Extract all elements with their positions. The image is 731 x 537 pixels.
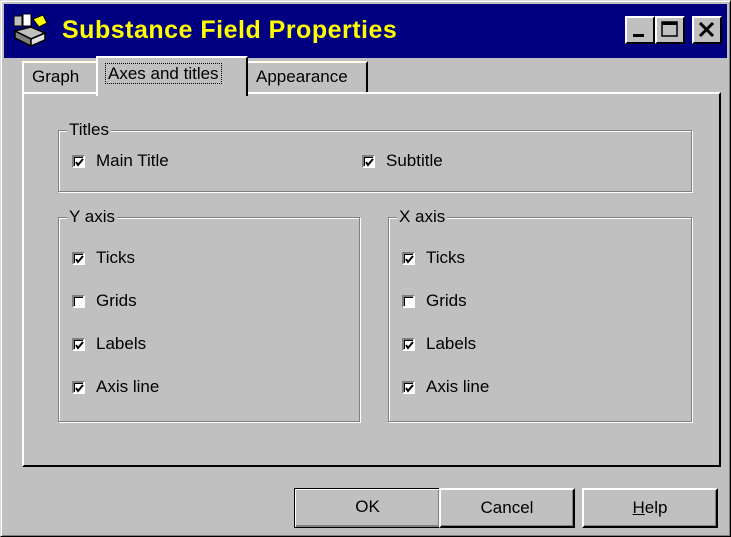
titles-group-label: Titles: [67, 120, 111, 140]
tab-panel: Titles Main Title Subtitle Y axis Ticks …: [22, 92, 721, 467]
x-grids-checkbox[interactable]: Grids: [402, 291, 467, 311]
y-grids-checkbox[interactable]: Grids: [72, 291, 137, 311]
minimize-icon: [633, 34, 644, 37]
y-ticks-check-box: [72, 251, 85, 265]
minimize-button[interactable]: [625, 16, 655, 44]
cancel-button[interactable]: Cancel: [439, 488, 575, 528]
tab-appearance[interactable]: Appearance: [246, 61, 368, 93]
x-labels-label: Labels: [426, 334, 477, 353]
y-labels-label: Labels: [96, 334, 147, 353]
close-icon: [698, 21, 715, 38]
x-grids-label: Grids: [426, 291, 467, 310]
y-axis-line-check-box: [72, 380, 85, 394]
y-ticks-checkbox[interactable]: Ticks: [72, 248, 135, 268]
check-icon: [405, 254, 414, 264]
y-labels-check-box: [72, 337, 85, 351]
y-axis-group-label: Y axis: [67, 207, 117, 227]
maximize-button[interactable]: [655, 16, 685, 44]
y-axis-group: Y axis Ticks Grids Labels Axis line: [58, 207, 360, 422]
maximize-icon: [661, 21, 678, 37]
app-icon: [12, 13, 48, 48]
title-bar[interactable]: Substance Field Properties: [4, 4, 727, 58]
check-icon: [75, 340, 84, 350]
x-axis-group-label: X axis: [397, 207, 448, 227]
check-icon: [405, 383, 414, 393]
x-labels-checkbox[interactable]: Labels: [402, 334, 476, 354]
y-axis-line-label: Axis line: [96, 377, 160, 396]
dialog-window: Substance Field Properties Graph Axes an…: [0, 0, 731, 537]
tab-graph[interactable]: Graph: [22, 61, 98, 93]
tab-graph-label: Graph: [32, 67, 80, 86]
y-grids-check-box: [72, 294, 85, 308]
tab-axes-and-titles-label: Axes and titles: [105, 63, 222, 84]
tab-appearance-label: Appearance: [256, 67, 348, 86]
check-icon: [365, 157, 374, 167]
x-ticks-label: Ticks: [426, 248, 466, 267]
check-icon: [75, 254, 84, 264]
x-grids-check-box: [402, 294, 415, 308]
main-title-check-box: [72, 154, 85, 168]
x-axis-line-check-box: [402, 380, 415, 394]
titles-group: Titles Main Title Subtitle: [58, 120, 692, 192]
check-icon: [405, 340, 414, 350]
y-labels-checkbox[interactable]: Labels: [72, 334, 146, 354]
x-labels-check-box: [402, 337, 415, 351]
main-title-label: Main Title: [96, 151, 169, 170]
main-title-checkbox[interactable]: Main Title: [72, 151, 169, 171]
x-ticks-check-box: [402, 251, 415, 265]
tab-axes-and-titles[interactable]: Axes and titles: [96, 56, 248, 96]
close-button[interactable]: [692, 16, 722, 44]
x-ticks-checkbox[interactable]: Ticks: [402, 248, 465, 268]
subtitle-checkbox[interactable]: Subtitle: [362, 151, 443, 171]
check-icon: [75, 157, 84, 167]
help-button[interactable]: Help: [582, 488, 718, 528]
x-axis-group: X axis Ticks Grids Labels Axis line: [388, 207, 692, 422]
x-axis-line-checkbox[interactable]: Axis line: [402, 377, 489, 397]
y-grids-label: Grids: [96, 291, 137, 310]
window-title: Substance Field Properties: [62, 16, 398, 44]
ok-button[interactable]: OK: [294, 488, 441, 528]
y-axis-line-checkbox[interactable]: Axis line: [72, 377, 159, 397]
subtitle-check-box: [362, 154, 375, 168]
help-accelerator: H: [632, 498, 645, 517]
subtitle-label: Subtitle: [386, 151, 443, 170]
x-axis-line-label: Axis line: [426, 377, 490, 396]
check-icon: [75, 383, 84, 393]
y-ticks-label: Ticks: [96, 248, 136, 267]
help-label-rest: elp: [644, 498, 668, 517]
